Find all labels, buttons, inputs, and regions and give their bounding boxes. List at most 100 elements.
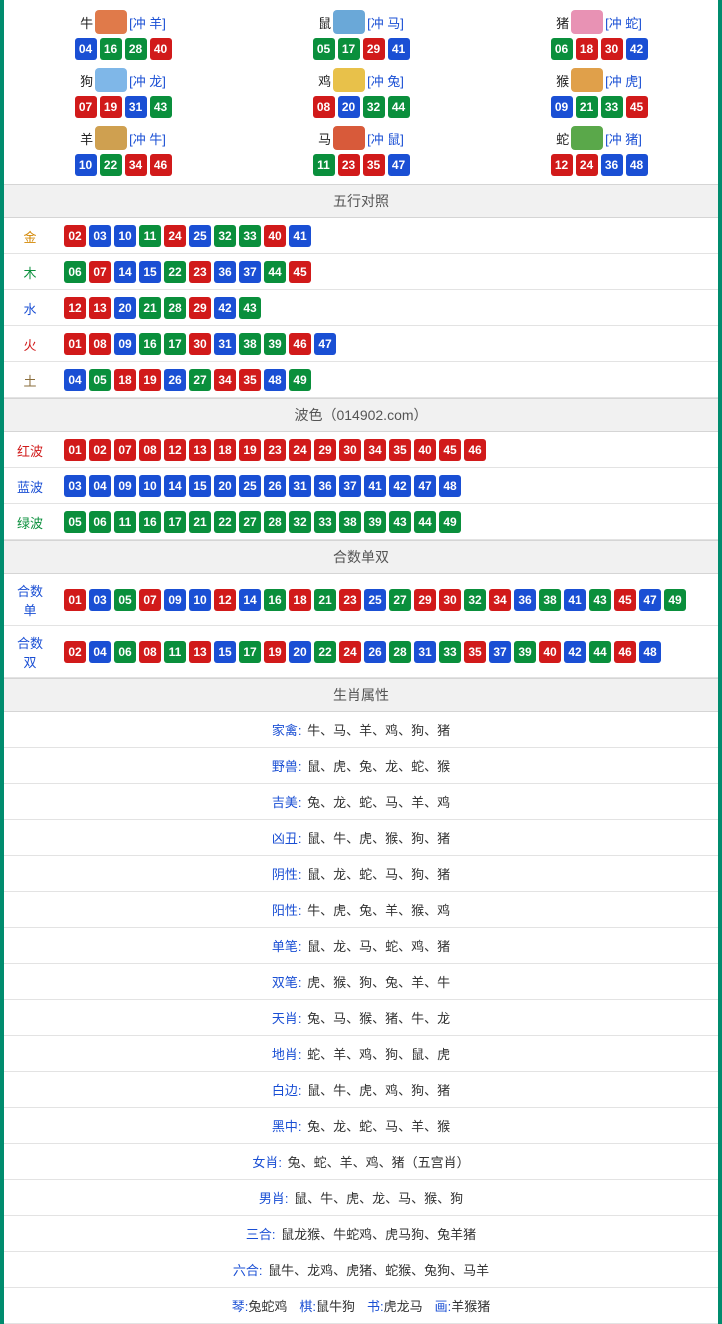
number-ball: 31 [214, 333, 236, 355]
table-row: 绿波05061116172122272832333839434449 [4, 504, 718, 540]
number-ball: 42 [564, 641, 586, 663]
number-ball: 19 [139, 369, 161, 391]
number-ball: 41 [364, 475, 386, 497]
number-ball: 29 [363, 38, 385, 60]
number-ball: 42 [214, 297, 236, 319]
number-ball: 23 [339, 589, 361, 611]
number-ball: 21 [139, 297, 161, 319]
zodiac-name: 鸡 [318, 71, 331, 90]
row-label: 土 [4, 362, 56, 398]
number-ball: 46 [150, 154, 172, 176]
table-row: 红波0102070812131819232429303435404546 [4, 432, 718, 468]
number-ball: 06 [114, 641, 136, 663]
number-ball: 18 [576, 38, 598, 60]
row-balls: 04051819262734354849 [56, 362, 718, 398]
number-ball: 36 [314, 475, 336, 497]
attribute-row: 家禽: 牛、马、羊、鸡、狗、猪 [4, 712, 718, 748]
attribute-value: 牛、马、羊、鸡、狗、猪 [304, 723, 451, 738]
attribute-row: 女肖: 兔、蛇、羊、鸡、猪（五宫肖） [4, 1144, 718, 1180]
zodiac-name: 羊 [80, 129, 93, 148]
number-ball: 48 [439, 475, 461, 497]
number-ball: 47 [388, 154, 410, 176]
number-ball: 26 [264, 475, 286, 497]
number-ball: 20 [338, 96, 360, 118]
number-ball: 17 [164, 333, 186, 355]
number-ball: 33 [239, 225, 261, 247]
attribute-row: 凶丑: 鼠、牛、虎、猴、狗、猪 [4, 820, 718, 856]
section-title-heshu: 合数单双 [4, 540, 718, 574]
number-ball: 29 [414, 589, 436, 611]
row-label: 火 [4, 326, 56, 362]
number-ball: 43 [589, 589, 611, 611]
number-ball: 06 [64, 261, 86, 283]
number-ball: 22 [214, 511, 236, 533]
zodiac-name: 狗 [80, 71, 93, 90]
number-ball: 38 [239, 333, 261, 355]
number-ball: 03 [64, 475, 86, 497]
wuxing-table: 金02031011242532334041木060714152223363744… [4, 218, 718, 398]
attribute-value: 鼠牛狗 [316, 1299, 355, 1314]
number-ball: 27 [389, 589, 411, 611]
number-ball: 15 [214, 641, 236, 663]
heshu-table: 合数单0103050709101214161821232527293032343… [4, 574, 718, 678]
attribute-key: 吉美: [272, 795, 302, 810]
attribute-value: 鼠、牛、虎、鸡、狗、猪 [304, 1083, 451, 1098]
number-ball: 01 [64, 589, 86, 611]
number-ball: 16 [264, 589, 286, 611]
zodiac-name: 猪 [556, 13, 569, 32]
table-row: 蓝波03040910141520252631363741424748 [4, 468, 718, 504]
zodiac-cell: 狗[冲 龙]07193143 [4, 64, 242, 122]
attribute-value: 鼠、龙、蛇、马、狗、猪 [304, 867, 451, 882]
attribute-key: 三合: [246, 1227, 276, 1242]
row-balls: 1213202128294243 [56, 290, 718, 326]
number-ball: 35 [464, 641, 486, 663]
number-ball: 24 [339, 641, 361, 663]
row-label: 金 [4, 218, 56, 254]
number-ball: 16 [100, 38, 122, 60]
number-ball: 46 [614, 641, 636, 663]
attribute-row: 六合: 鼠牛、龙鸡、虎猪、蛇猴、兔狗、马羊 [4, 1252, 718, 1288]
zodiac-cell: 鼠[冲 马]05172941 [242, 6, 480, 64]
number-ball: 11 [313, 154, 335, 176]
number-ball: 37 [239, 261, 261, 283]
number-ball: 46 [289, 333, 311, 355]
number-ball: 05 [89, 369, 111, 391]
zodiac-animal-icon [571, 10, 603, 34]
row-balls: 03040910141520252631363741424748 [56, 468, 718, 504]
zodiac-cell: 羊[冲 牛]10223446 [4, 122, 242, 180]
zodiac-cell: 猴[冲 虎]09213345 [480, 64, 718, 122]
attribute-row: 阴性: 鼠、龙、蛇、马、狗、猪 [4, 856, 718, 892]
attribute-row: 白边: 鼠、牛、虎、鸡、狗、猪 [4, 1072, 718, 1108]
number-ball: 20 [289, 641, 311, 663]
number-ball: 30 [439, 589, 461, 611]
number-ball: 03 [89, 589, 111, 611]
number-ball: 19 [264, 641, 286, 663]
attribute-key: 地肖: [272, 1047, 302, 1062]
attribute-value: 鼠牛、龙鸡、虎猪、蛇猴、兔狗、马羊 [265, 1263, 490, 1278]
number-ball: 41 [564, 589, 586, 611]
number-ball: 43 [239, 297, 261, 319]
zodiac-animal-icon [571, 126, 603, 150]
number-ball: 22 [100, 154, 122, 176]
row-balls: 06071415222336374445 [56, 254, 718, 290]
number-ball: 35 [389, 439, 411, 461]
attribute-value: 兔、龙、蛇、马、羊、鸡 [304, 795, 451, 810]
number-ball: 15 [139, 261, 161, 283]
table-row: 合数单0103050709101214161821232527293032343… [4, 574, 718, 626]
attribute-row: 吉美: 兔、龙、蛇、马、羊、鸡 [4, 784, 718, 820]
number-ball: 32 [289, 511, 311, 533]
number-ball: 33 [439, 641, 461, 663]
number-ball: 19 [100, 96, 122, 118]
zodiac-conflict: [冲 羊] [129, 13, 166, 32]
number-ball: 09 [164, 589, 186, 611]
number-ball: 49 [664, 589, 686, 611]
number-ball: 14 [114, 261, 136, 283]
number-ball: 23 [189, 261, 211, 283]
number-ball: 18 [289, 589, 311, 611]
page-container: 牛[冲 羊]04162840鼠[冲 马]05172941猪[冲 蛇]061830… [0, 0, 722, 1324]
number-ball: 34 [364, 439, 386, 461]
attribute-value: 虎龙马 [384, 1299, 423, 1314]
number-ball: 21 [314, 589, 336, 611]
number-ball: 15 [189, 475, 211, 497]
number-ball: 04 [64, 369, 86, 391]
